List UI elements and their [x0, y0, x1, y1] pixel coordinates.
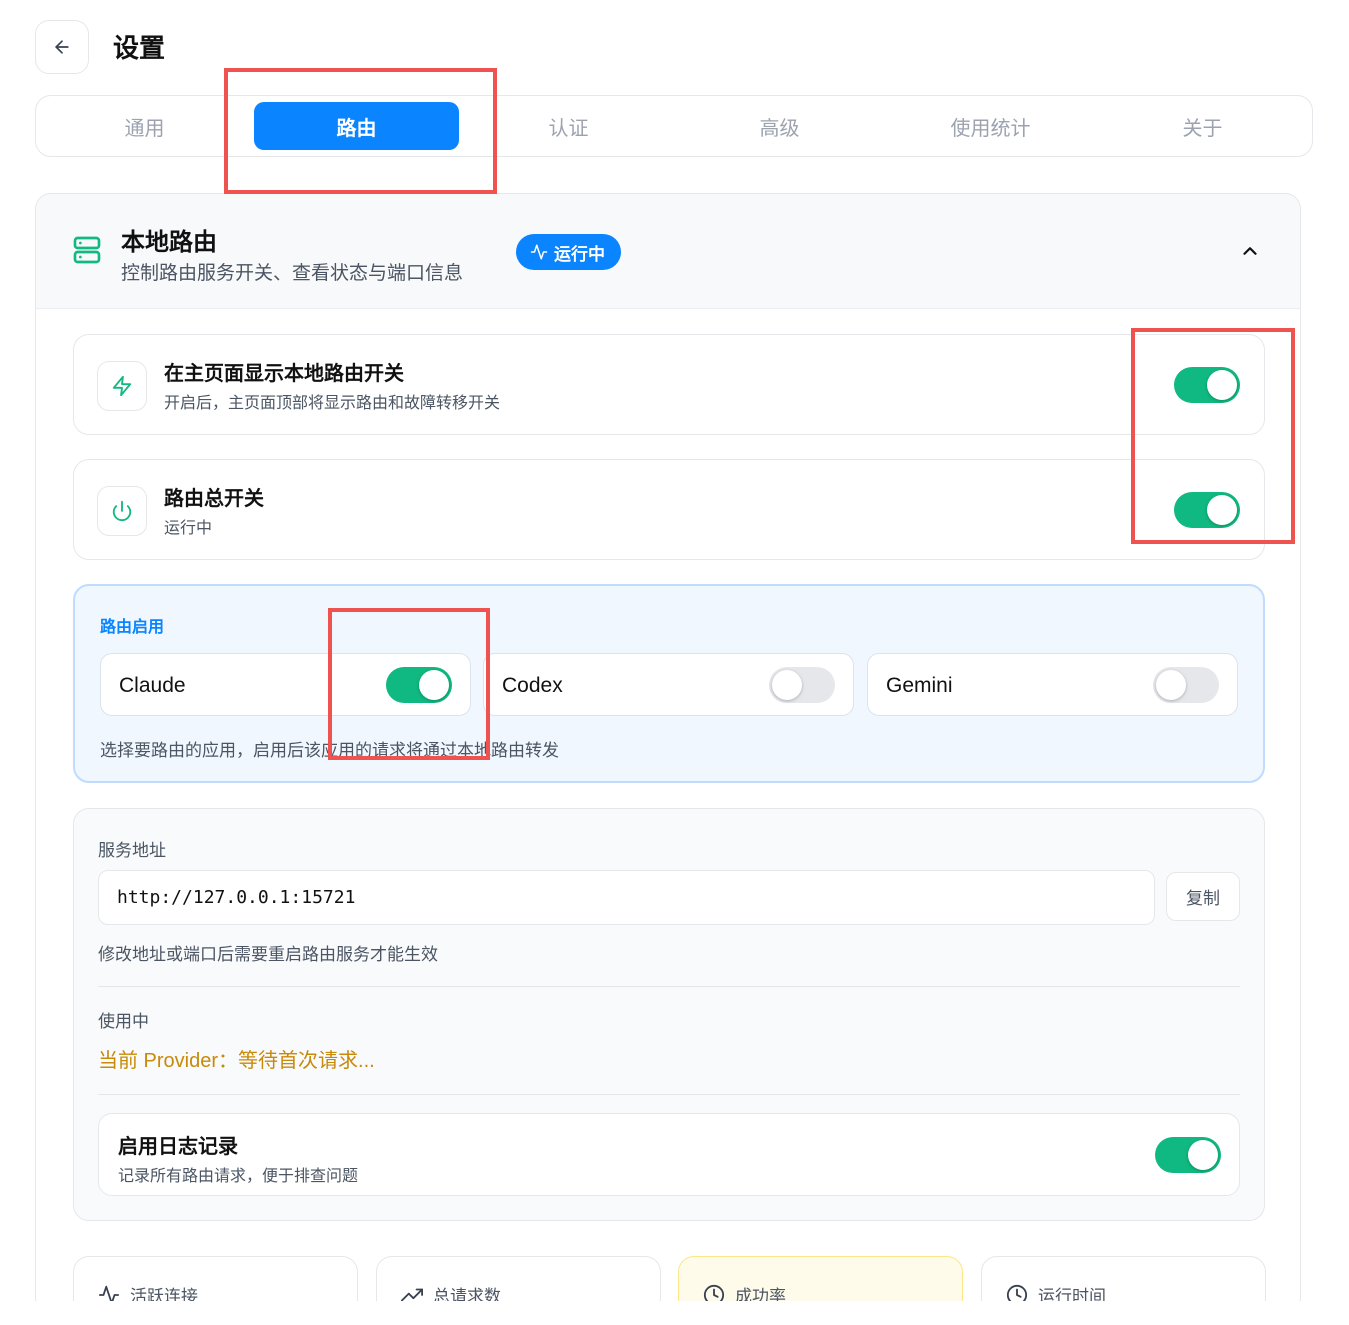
- section-header[interactable]: 本地路由 控制路由服务开关、查看状态与端口信息 运行中: [36, 194, 1300, 309]
- routing-apps-label: 路由启用: [100, 619, 165, 636]
- tab-bar: 通用 路由 认证 高级 使用统计 关于: [35, 95, 1313, 157]
- address-label: 服务地址: [98, 841, 166, 860]
- app-name: Codex: [502, 674, 563, 697]
- routing-apps-panel: 路由启用 Claude Codex Gemini 选择要路由的应用，启用后该应用…: [73, 584, 1265, 783]
- tab-general[interactable]: 通用: [42, 102, 247, 150]
- chevron-up-icon: [1243, 247, 1257, 255]
- in-use-label: 使用中: [98, 1012, 149, 1031]
- setting-title: 在主页面显示本地路由开关: [164, 363, 404, 385]
- power-icon: [97, 486, 147, 536]
- address-hint: 修改地址或端口后需要重启路由服务才能生效: [98, 945, 438, 964]
- app-card-gemini: Gemini: [867, 653, 1238, 716]
- current-provider-text: 当前 Provider：等待首次请求...: [98, 1050, 375, 1072]
- setting-title: 路由总开关: [164, 488, 264, 510]
- gemini-toggle[interactable]: [1153, 667, 1219, 703]
- status-text: 运行中: [554, 244, 605, 264]
- master-switch-toggle[interactable]: [1174, 492, 1240, 528]
- routing-apps-hint: 选择要路由的应用，启用后该应用的请求将通过本地路由转发: [100, 741, 559, 760]
- logging-toggle[interactable]: [1155, 1137, 1221, 1173]
- codex-toggle[interactable]: [769, 667, 835, 703]
- logging-setting: 启用日志记录 记录所有路由请求，便于排查问题: [98, 1113, 1240, 1196]
- show-switch-on-home-setting: 在主页面显示本地路由开关 开启后，主页面顶部将显示路由和故障转移开关: [73, 334, 1265, 435]
- app-name: Claude: [119, 674, 186, 697]
- local-routing-card: 本地路由 控制路由服务开关、查看状态与端口信息 运行中 在主页面显示本地路由开关…: [35, 193, 1301, 1325]
- status-badge: 运行中: [516, 234, 621, 270]
- back-button[interactable]: [35, 20, 89, 74]
- tab-about[interactable]: 关于: [1100, 102, 1305, 150]
- app-card-codex: Codex: [483, 653, 854, 716]
- address-input[interactable]: http://127.0.0.1:15721: [98, 870, 1155, 925]
- claude-toggle[interactable]: [386, 667, 452, 703]
- tab-routing[interactable]: 路由: [254, 102, 459, 150]
- logging-desc: 记录所有路由请求，便于排查问题: [118, 1168, 359, 1185]
- setting-desc: 运行中: [164, 520, 213, 537]
- activity-icon: [530, 244, 548, 260]
- setting-desc: 开启后，主页面顶部将显示路由和故障转移开关: [164, 395, 501, 412]
- tab-usage-stats[interactable]: 使用统计: [888, 102, 1093, 150]
- divider: [98, 1094, 1240, 1095]
- section-title: 本地路由: [121, 229, 217, 256]
- section-subtitle: 控制路由服务开关、查看状态与端口信息: [121, 263, 464, 284]
- window-bottom-edge: [0, 1301, 1349, 1325]
- service-panel: 服务地址 http://127.0.0.1:15721 复制 修改地址或端口后需…: [73, 808, 1265, 1221]
- server-icon: [71, 234, 103, 271]
- divider: [98, 986, 1240, 987]
- tab-advanced[interactable]: 高级: [677, 102, 882, 150]
- app-card-claude: Claude: [100, 653, 471, 716]
- arrow-left-icon: [55, 40, 69, 54]
- lightning-icon: [97, 361, 147, 411]
- page-title: 设置: [113, 33, 166, 63]
- show-switch-toggle[interactable]: [1174, 367, 1240, 403]
- collapse-button[interactable]: [1239, 240, 1261, 267]
- app-name: Gemini: [886, 674, 953, 697]
- logging-title: 启用日志记录: [118, 1136, 238, 1158]
- tab-auth[interactable]: 认证: [466, 102, 671, 150]
- copy-button[interactable]: 复制: [1166, 872, 1240, 921]
- routing-master-switch-setting: 路由总开关 运行中: [73, 459, 1265, 560]
